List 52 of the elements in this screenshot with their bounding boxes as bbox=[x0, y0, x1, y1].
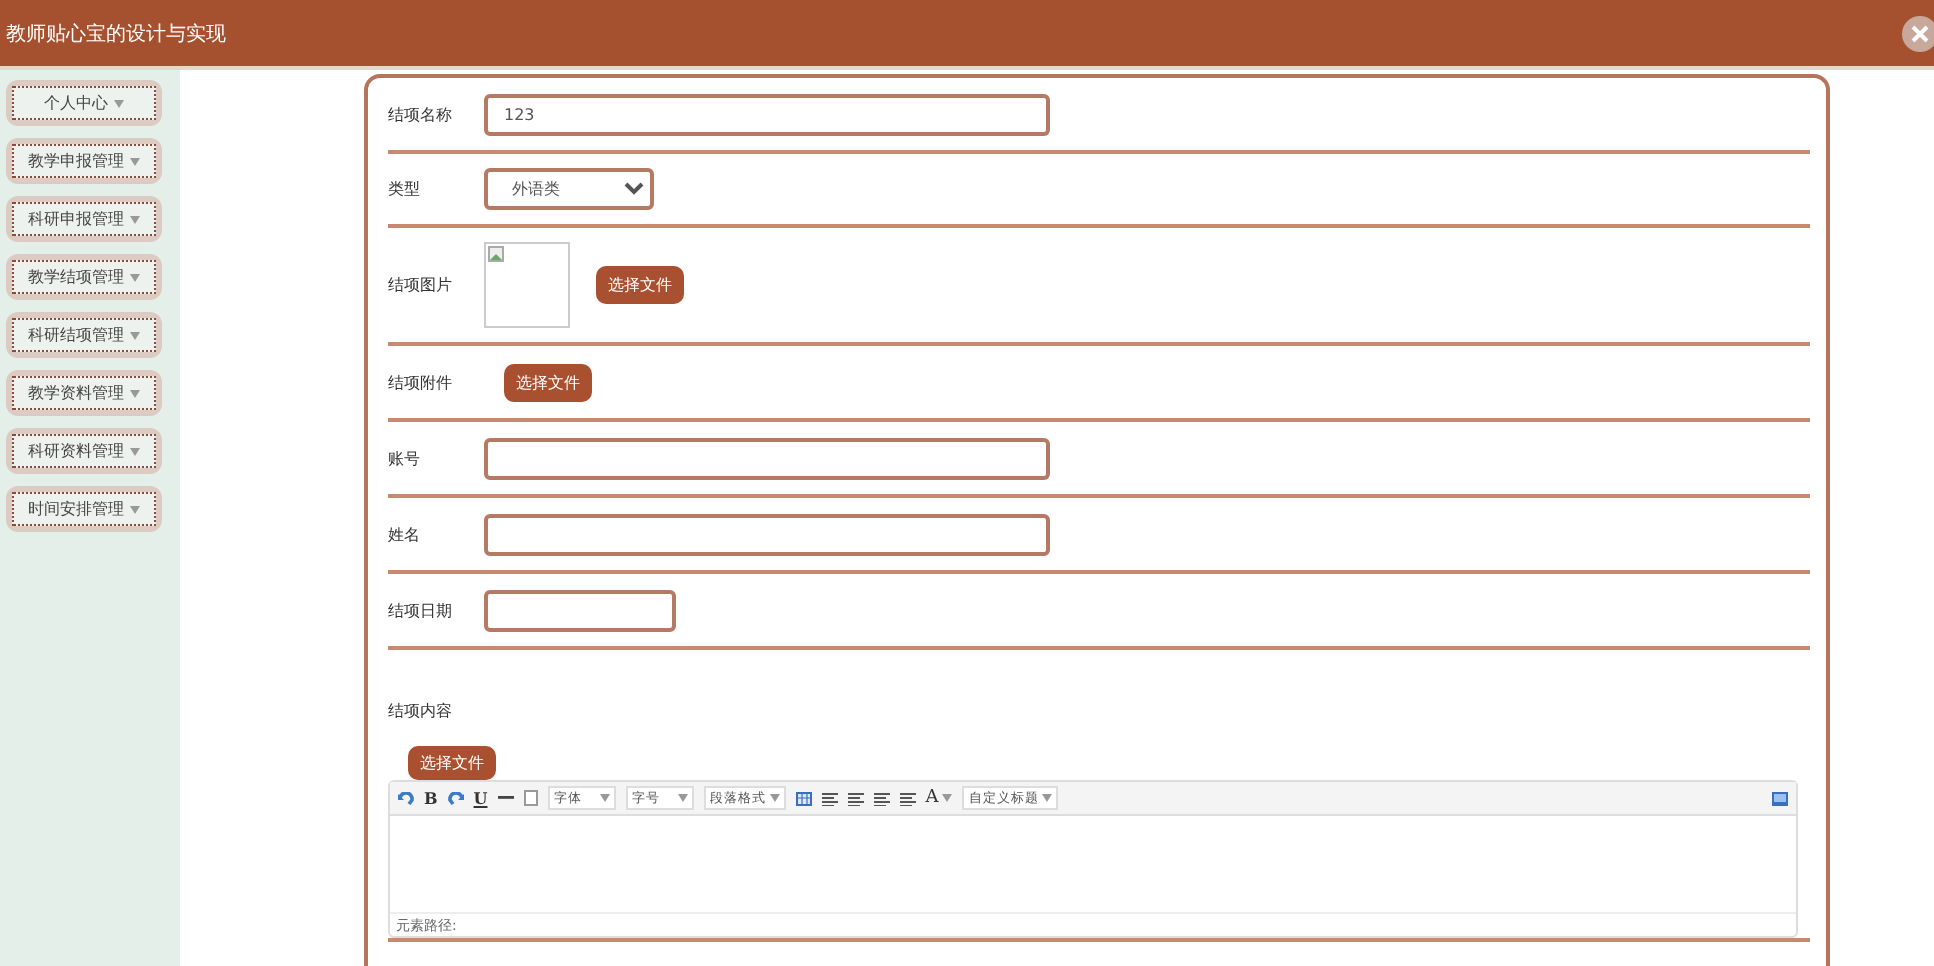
text-field[interactable]: 123 bbox=[484, 93, 1050, 135]
sidebar-menu-button[interactable]: 教学结项管理 bbox=[6, 254, 162, 300]
align-icon[interactable] bbox=[821, 791, 838, 805]
type-select[interactable]: 外语类 bbox=[484, 168, 654, 210]
align-icon[interactable] bbox=[847, 791, 864, 805]
undo-icon[interactable] bbox=[398, 791, 414, 805]
caret-icon bbox=[769, 794, 780, 802]
caret-icon bbox=[942, 794, 953, 802]
caret-icon bbox=[130, 273, 140, 281]
underline-button[interactable]: U bbox=[473, 788, 488, 808]
sidebar-menu-button[interactable]: 时间安排管理 bbox=[6, 486, 162, 532]
text-field[interactable] bbox=[484, 437, 1050, 479]
caret-icon bbox=[130, 215, 140, 223]
caret-icon bbox=[130, 157, 140, 165]
sidebar-menu-button[interactable]: 科研资料管理 bbox=[6, 428, 162, 474]
choose-file-button[interactable]: 选择文件 bbox=[504, 363, 592, 401]
caret-icon bbox=[130, 447, 140, 455]
date-field[interactable] bbox=[484, 589, 676, 631]
caret-icon bbox=[1042, 794, 1053, 802]
sidebar-menu-button[interactable]: 个人中心 bbox=[6, 80, 162, 126]
field-label: 结项图片 bbox=[388, 274, 454, 296]
fullscreen-icon[interactable] bbox=[1772, 791, 1788, 805]
caret-icon bbox=[130, 389, 140, 397]
choose-file-button[interactable]: 选择文件 bbox=[596, 266, 684, 304]
caret-icon bbox=[677, 794, 688, 802]
caret-icon bbox=[599, 794, 610, 802]
field-label: 账号 bbox=[388, 447, 422, 469]
align-icon[interactable] bbox=[899, 791, 916, 805]
text-field[interactable] bbox=[484, 513, 1050, 555]
bold-button[interactable]: B bbox=[424, 788, 438, 808]
field-label: 结项附件 bbox=[388, 371, 454, 393]
field-label: 结项名称 bbox=[388, 103, 454, 125]
field-label: 结项日期 bbox=[388, 599, 454, 621]
table-icon[interactable] bbox=[795, 791, 812, 805]
broken-image-icon bbox=[488, 246, 504, 262]
align-icon[interactable] bbox=[873, 791, 890, 805]
sidebar-menu-button[interactable]: 科研结项管理 bbox=[6, 312, 162, 358]
caret-icon bbox=[130, 331, 140, 339]
caret-icon bbox=[114, 99, 124, 107]
sidebar-menu-button[interactable]: 教学申报管理 bbox=[6, 138, 162, 184]
page-icon[interactable] bbox=[523, 790, 538, 806]
field-label: 类型 bbox=[388, 178, 422, 200]
close-icon[interactable] bbox=[1902, 15, 1934, 51]
font-color-button[interactable]: A bbox=[925, 788, 953, 808]
sidebar-menu-button[interactable]: 科研申报管理 bbox=[6, 196, 162, 242]
redo-icon[interactable] bbox=[447, 791, 464, 805]
app-title: 教师贴心宝的设计与实现 bbox=[4, 21, 226, 47]
sidebar-menu-button[interactable]: 教学资料管理 bbox=[6, 370, 162, 416]
field-label: 姓名 bbox=[388, 523, 422, 545]
caret-icon bbox=[130, 505, 140, 513]
choose-file-button[interactable]: 选择文件 bbox=[408, 746, 496, 780]
field-label: 结项内容 bbox=[388, 702, 452, 720]
